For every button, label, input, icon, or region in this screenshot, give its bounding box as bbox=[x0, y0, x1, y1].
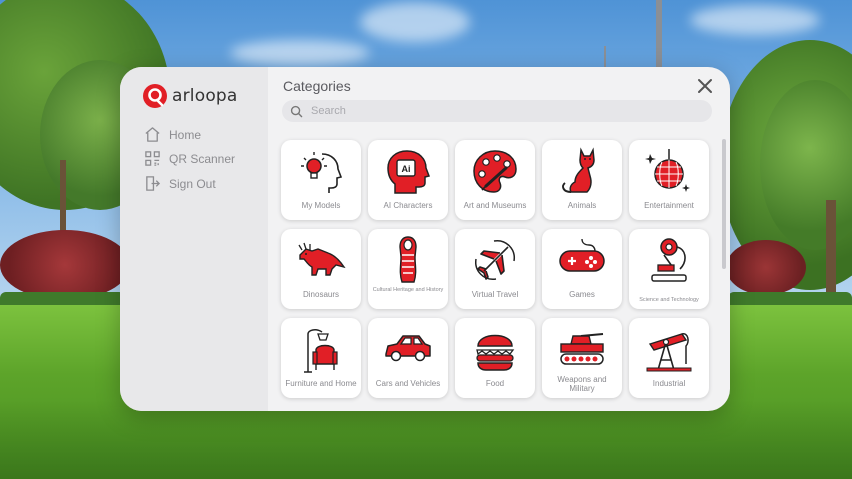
category-label: Art and Museums bbox=[463, 201, 527, 210]
sarcophagus-icon bbox=[399, 236, 417, 283]
categories-panel: arloopa Home QR Scanner Sign Out Categor… bbox=[120, 67, 730, 411]
category-label: Animals bbox=[567, 201, 597, 210]
main-content: Categories My Models bbox=[268, 67, 730, 411]
airplane-icon bbox=[475, 240, 515, 280]
sidebar-item-label: QR Scanner bbox=[169, 151, 236, 166]
dinosaur-icon bbox=[298, 242, 346, 276]
category-games[interactable]: Games bbox=[542, 229, 622, 309]
arloopa-logo-icon bbox=[143, 84, 167, 108]
cloud bbox=[360, 2, 470, 42]
tower bbox=[656, 0, 662, 70]
sidebar-item-label: Sign Out bbox=[169, 176, 216, 191]
category-label: Industrial bbox=[652, 379, 686, 388]
category-virtual-travel[interactable]: Virtual Travel bbox=[455, 229, 535, 309]
oil-pump-icon bbox=[646, 333, 692, 372]
category-animals[interactable]: Animals bbox=[542, 140, 622, 220]
cloud bbox=[230, 40, 370, 66]
search-icon bbox=[290, 105, 303, 117]
brand-logo[interactable]: arloopa bbox=[142, 83, 238, 109]
red-tree bbox=[726, 240, 806, 295]
category-science-technology[interactable]: Science and Technology bbox=[629, 229, 709, 309]
scrollbar[interactable] bbox=[722, 139, 726, 269]
qr-icon bbox=[145, 151, 160, 166]
home-icon bbox=[145, 127, 160, 142]
category-label: Virtual Travel bbox=[471, 290, 519, 299]
search-bar bbox=[282, 100, 712, 122]
antenna bbox=[604, 46, 606, 68]
car-icon bbox=[385, 335, 431, 362]
category-label: Dinosaurs bbox=[302, 290, 339, 299]
sidebar-item-qr-scanner[interactable]: QR Scanner bbox=[144, 150, 235, 167]
category-dinosaurs[interactable]: Dinosaurs bbox=[281, 229, 361, 309]
category-furniture-home[interactable]: Furniture and Home bbox=[281, 318, 361, 398]
category-label: Games bbox=[569, 290, 595, 299]
category-label: Science and Technology bbox=[639, 297, 699, 303]
sign-out-icon bbox=[146, 176, 161, 191]
burger-icon bbox=[476, 334, 515, 371]
red-tree bbox=[0, 230, 130, 300]
category-cars-vehicles[interactable]: Cars and Vehicles bbox=[368, 318, 448, 398]
category-label: Weapons and Military bbox=[557, 375, 607, 393]
sidebar-item-sign-out[interactable]: Sign Out bbox=[144, 175, 216, 192]
disco-ball-icon bbox=[645, 149, 690, 192]
category-my-models[interactable]: My Models bbox=[281, 140, 361, 220]
category-label: Furniture and Home bbox=[285, 379, 357, 388]
category-ai-characters[interactable]: Ai AI Characters bbox=[368, 140, 448, 220]
sidebar: arloopa Home QR Scanner Sign Out bbox=[120, 67, 268, 411]
search-input[interactable] bbox=[309, 104, 693, 118]
cat-icon bbox=[562, 147, 595, 193]
category-art-and-museums[interactable]: Art and Museums bbox=[455, 140, 535, 220]
gamepad-icon bbox=[559, 238, 605, 272]
cloud bbox=[690, 5, 820, 35]
category-entertainment[interactable]: Entertainment bbox=[629, 140, 709, 220]
category-food[interactable]: Food bbox=[455, 318, 535, 398]
category-label: Cars and Vehicles bbox=[375, 379, 441, 388]
lawn-shade bbox=[0, 400, 852, 479]
sidebar-item-label: Home bbox=[169, 127, 202, 142]
category-label: AI Characters bbox=[383, 201, 433, 210]
category-label: Food bbox=[485, 379, 505, 388]
lamp-chair-icon bbox=[304, 329, 338, 373]
palette-icon bbox=[473, 150, 517, 193]
microscope-icon bbox=[651, 238, 687, 282]
category-label: Cultural Heritage and History bbox=[372, 287, 444, 293]
tank-icon bbox=[560, 333, 604, 365]
close-icon[interactable] bbox=[696, 77, 714, 95]
category-weapons-military[interactable]: Weapons and Military bbox=[542, 318, 622, 398]
page-title: Categories bbox=[283, 78, 351, 94]
category-label: Entertainment bbox=[644, 201, 694, 210]
svg-text:Ai: Ai bbox=[402, 164, 411, 174]
sidebar-item-home[interactable]: Home bbox=[144, 126, 201, 143]
brand-name: arloopa bbox=[172, 86, 238, 106]
ai-head-icon: Ai bbox=[387, 150, 430, 194]
category-industrial[interactable]: Industrial bbox=[629, 318, 709, 398]
category-label: My Models bbox=[301, 201, 341, 210]
category-cultural-heritage[interactable]: Cultural Heritage and History bbox=[368, 229, 448, 309]
lightbulb-head-icon bbox=[301, 152, 343, 193]
